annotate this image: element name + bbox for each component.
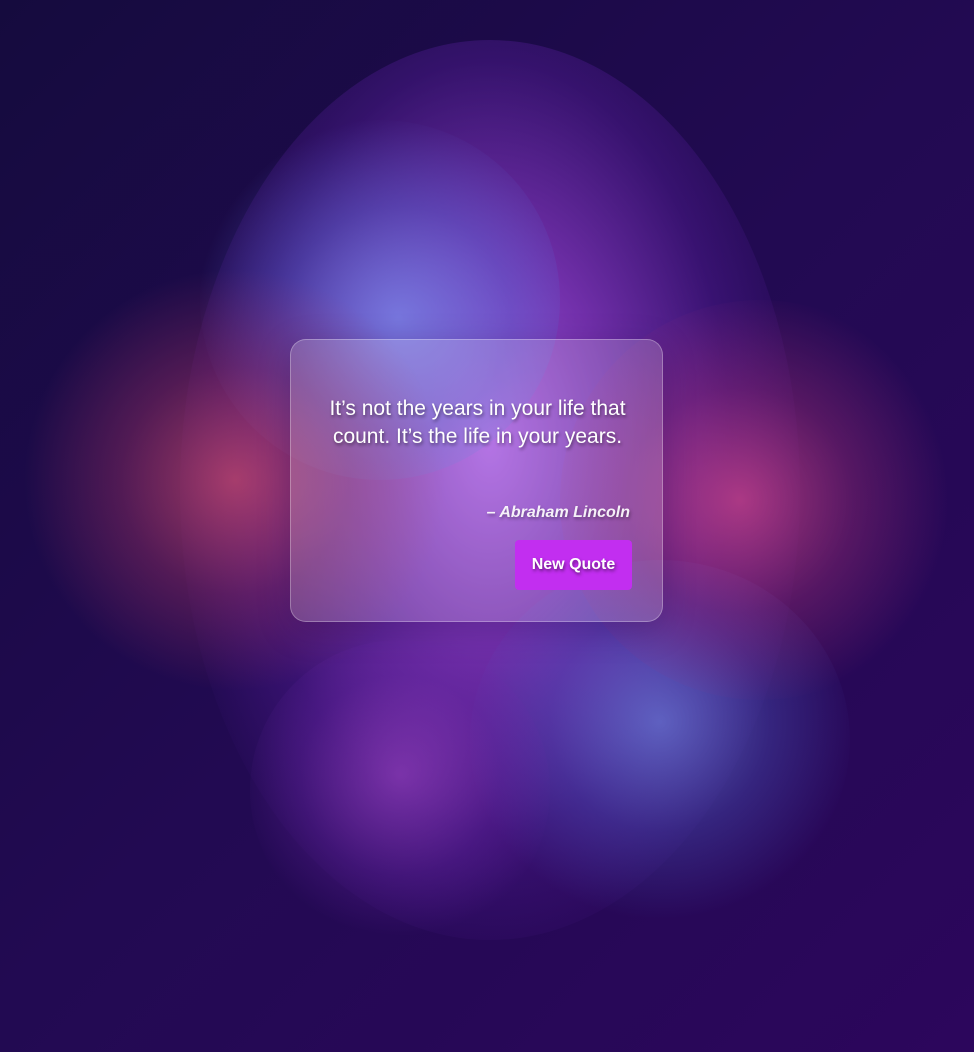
background-glow-magenta-bottom: [250, 640, 550, 940]
quote-text: It’s not the years in your life that cou…: [329, 397, 626, 448]
new-quote-button[interactable]: New Quote: [515, 540, 632, 590]
quote-card: It’s not the years in your life that cou…: [290, 339, 663, 622]
quote-author: – Abraham Lincoln: [486, 504, 630, 521]
